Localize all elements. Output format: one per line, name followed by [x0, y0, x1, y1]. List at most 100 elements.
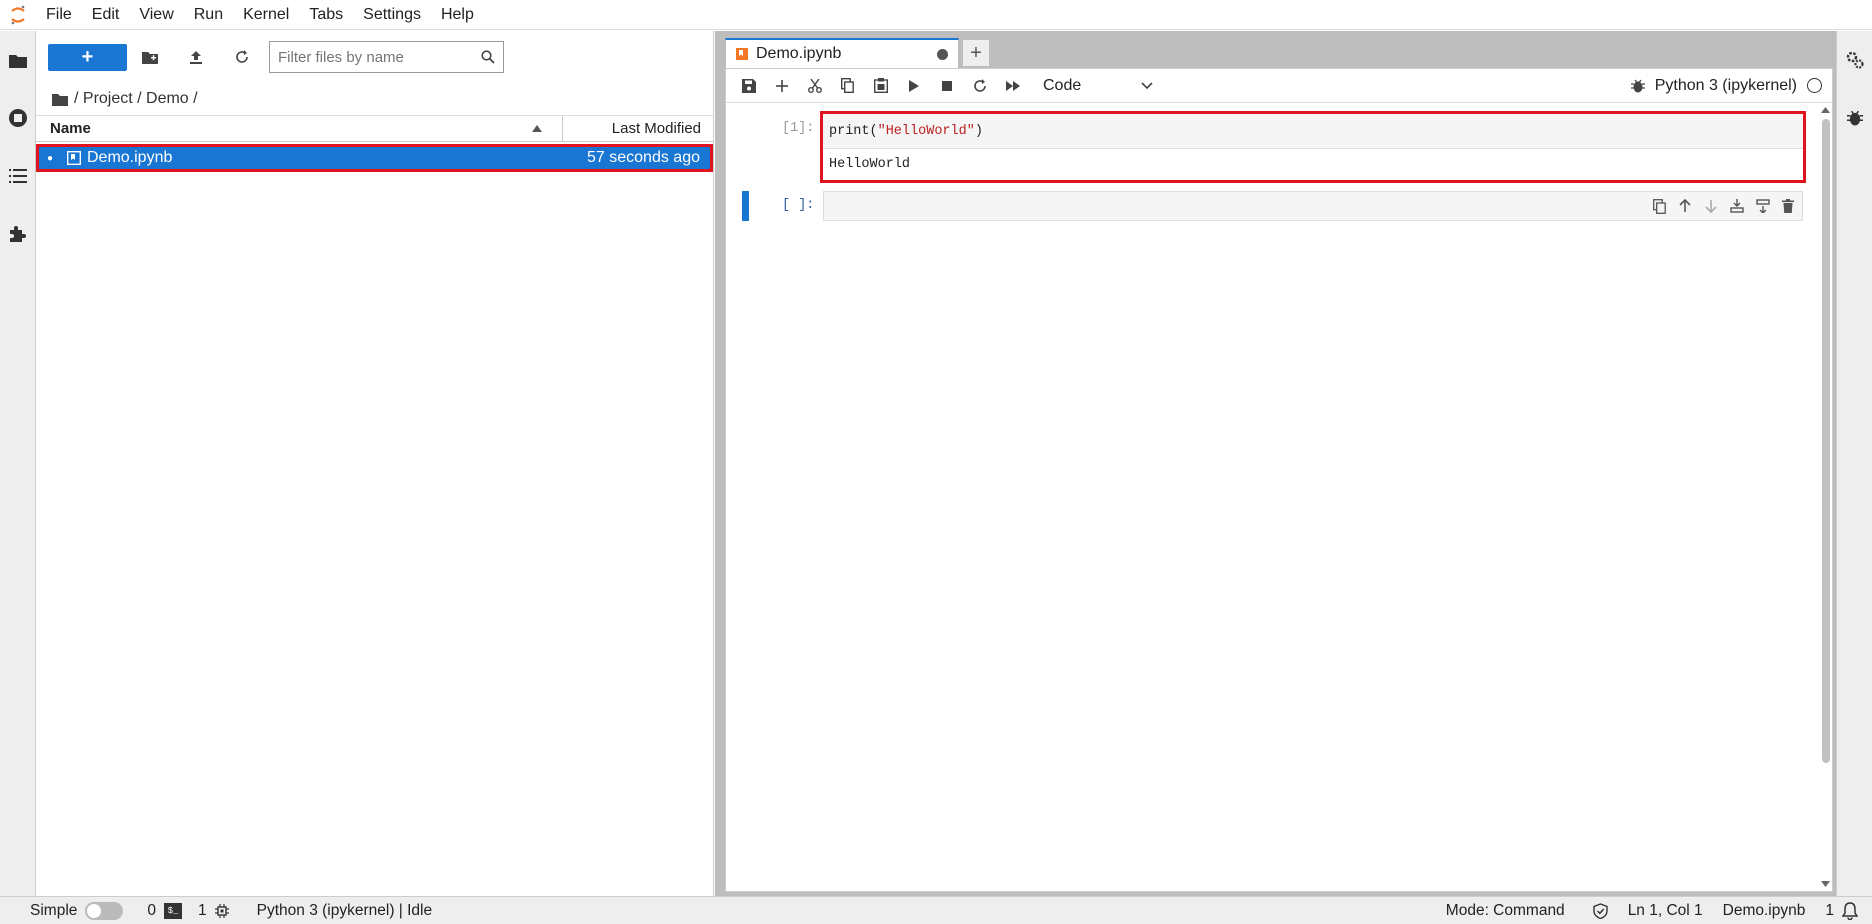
- paste-icon[interactable]: [864, 71, 897, 101]
- running-icon[interactable]: [0, 89, 36, 147]
- insert-cell-icon[interactable]: [765, 71, 798, 101]
- tab-bar: Demo.ipynb +: [715, 31, 1836, 68]
- menu-tabs[interactable]: Tabs: [299, 0, 353, 30]
- move-up-icon[interactable]: [1678, 199, 1692, 213]
- menu-settings[interactable]: Settings: [353, 0, 431, 30]
- menu-file[interactable]: File: [36, 0, 82, 30]
- duplicate-cell-icon[interactable]: [1653, 198, 1666, 214]
- tab-label: Demo.ipynb: [756, 45, 842, 62]
- notebook-file-icon: [67, 151, 81, 165]
- upload-icon[interactable]: [173, 42, 219, 72]
- file-row[interactable]: ● Demo.ipynb 57 seconds ago: [36, 144, 713, 172]
- bell-icon: [1842, 901, 1858, 920]
- filter-files-box: [269, 41, 504, 73]
- code-text: print(: [829, 123, 878, 139]
- kernels-number: 1: [198, 901, 207, 919]
- menu-kernel[interactable]: Kernel: [233, 0, 299, 30]
- cell-prompt: [1]:: [782, 121, 815, 136]
- new-launcher-button[interactable]: +: [48, 43, 127, 71]
- kernel-status[interactable]: Python 3 (ipykernel) | Idle: [237, 902, 440, 920]
- cell-toolbar: [1653, 192, 1794, 220]
- save-icon[interactable]: [732, 71, 765, 101]
- tab-demo-notebook[interactable]: Demo.ipynb: [725, 38, 959, 68]
- debugger-panel-icon[interactable]: [1837, 89, 1872, 147]
- scroll-up-icon[interactable]: [1821, 107, 1830, 113]
- terminal-icon: $_: [164, 902, 183, 919]
- cell-type-select[interactable]: Code: [1043, 77, 1153, 95]
- menu-help[interactable]: Help: [431, 0, 484, 30]
- current-file: Demo.ipynb: [1722, 901, 1806, 919]
- refresh-icon[interactable]: [219, 42, 265, 72]
- left-sidebar: [0, 31, 36, 896]
- kernels-count[interactable]: 1: [190, 902, 237, 920]
- kernel-status-icon: [1807, 78, 1822, 93]
- code-cell[interactable]: print("HelloWorld") HelloWorld: [820, 111, 1806, 183]
- terminals-count[interactable]: 0 $_: [131, 902, 190, 920]
- kernel-area: Python 3 (ipykernel): [1630, 77, 1832, 95]
- status-bar: Simple 0 $_ 1 Python 3 (ipykernel) | Idl…: [0, 896, 1872, 924]
- sort-up-icon: [532, 125, 542, 132]
- cell-output: HelloWorld: [829, 156, 911, 172]
- insert-below-icon[interactable]: [1756, 199, 1770, 213]
- stop-icon[interactable]: [930, 71, 963, 101]
- cut-icon[interactable]: [798, 71, 831, 101]
- add-tab-button[interactable]: +: [963, 40, 989, 66]
- notifications[interactable]: 1: [1817, 902, 1872, 920]
- table-of-contents-icon[interactable]: [0, 147, 36, 205]
- file-list-header: Name Last Modified: [36, 115, 713, 142]
- notebook-cells: [1]: print("HelloWorld") HelloWorld [ ]:: [726, 103, 1832, 891]
- menu-run[interactable]: Run: [184, 0, 233, 30]
- property-inspector-icon[interactable]: [1837, 31, 1872, 89]
- search-icon: [481, 50, 495, 64]
- home-folder-icon[interactable]: [52, 93, 68, 106]
- extension-icon[interactable]: [0, 205, 36, 263]
- column-modified-header[interactable]: Last Modified: [563, 120, 713, 137]
- menu-bar: File Edit View Run Kernel Tabs Settings …: [0, 0, 1872, 30]
- filter-files-input[interactable]: [278, 48, 481, 66]
- running-dot-icon: ●: [46, 152, 54, 164]
- menu-edit[interactable]: Edit: [82, 0, 130, 30]
- file-name: Demo.ipynb: [87, 149, 173, 166]
- cell-input[interactable]: print("HelloWorld"): [823, 114, 1803, 149]
- file-modified: 57 seconds ago: [587, 149, 700, 166]
- breadcrumb-path[interactable]: / Project / Demo /: [74, 90, 198, 108]
- scrollbar-thumb[interactable]: [1822, 119, 1830, 763]
- fast-forward-icon[interactable]: [996, 71, 1029, 101]
- run-icon[interactable]: [897, 71, 930, 101]
- notebook-toolbar: Code Python 3 (ipykernel): [726, 69, 1832, 103]
- cell-prompt-empty: [ ]:: [782, 198, 815, 213]
- insert-above-icon[interactable]: [1730, 199, 1744, 213]
- simple-mode-label: Simple: [30, 901, 78, 919]
- notification-count: 1: [1825, 901, 1834, 919]
- empty-code-cell[interactable]: [823, 191, 1803, 221]
- column-name-label: Name: [50, 120, 91, 137]
- scroll-down-icon[interactable]: [1821, 881, 1830, 887]
- kernel-name[interactable]: Python 3 (ipykernel): [1655, 77, 1797, 95]
- code-string: "HelloWorld": [877, 123, 975, 139]
- menu-view[interactable]: View: [129, 0, 183, 30]
- jupyter-logo-icon: [0, 0, 36, 30]
- unsaved-dot-icon[interactable]: [937, 48, 948, 60]
- simple-mode-toggle[interactable]: Simple: [0, 901, 131, 920]
- code-text-end: ): [974, 123, 983, 139]
- trust-shield-icon[interactable]: [1585, 902, 1616, 919]
- notebook-tab-icon: [736, 48, 748, 60]
- cursor-position[interactable]: Ln 1, Col 1: [1616, 902, 1715, 920]
- notebook-scrollbar[interactable]: [1818, 103, 1832, 891]
- debugger-icon[interactable]: [1630, 79, 1645, 93]
- toggle-switch[interactable]: [85, 901, 124, 920]
- copy-icon[interactable]: [831, 71, 864, 101]
- active-cell-indicator: [742, 191, 749, 221]
- main-dock-area: Demo.ipynb + Code Python 3 (ipykernel) […: [715, 31, 1836, 896]
- folder-icon[interactable]: [0, 31, 36, 89]
- restart-icon[interactable]: [963, 71, 996, 101]
- chevron-down-icon: [1141, 81, 1153, 89]
- cpu-icon: [214, 903, 229, 918]
- right-sidebar: [1836, 31, 1872, 896]
- file-browser: + / Project / Demo / Name Last Modified …: [36, 31, 714, 896]
- new-folder-icon[interactable]: [127, 42, 173, 72]
- move-down-icon[interactable]: [1704, 199, 1718, 213]
- file-browser-toolbar: +: [36, 31, 713, 83]
- delete-cell-icon[interactable]: [1782, 199, 1794, 213]
- column-name-header[interactable]: Name: [36, 116, 563, 141]
